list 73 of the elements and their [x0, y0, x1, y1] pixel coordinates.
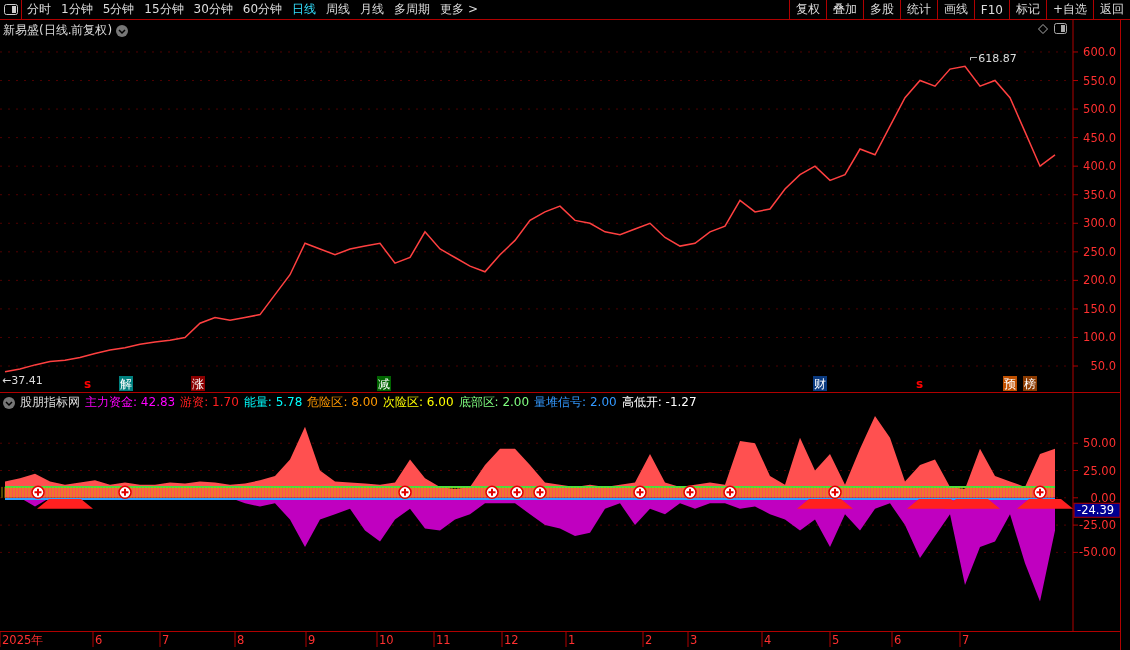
period-tab[interactable]: 30分钟: [188, 0, 238, 19]
date-label: 7: [162, 633, 170, 647]
axis-label: 250.0: [1083, 244, 1116, 259]
axis-label: 500.0: [1083, 102, 1116, 117]
legend-value: 能量: 5.78: [243, 394, 303, 411]
axis-label: 600.0: [1083, 45, 1116, 59]
legend-value: 底部区: 2.00: [458, 394, 530, 411]
axis-label: 100.0: [1083, 330, 1116, 345]
date-label: 8: [237, 633, 245, 647]
signal-tag: 榜: [1023, 376, 1037, 391]
period-tab[interactable]: 周线: [321, 0, 356, 19]
axis-label: 150.0: [1083, 301, 1116, 316]
date-label: 11: [436, 633, 451, 647]
axis-label: 550.0: [1083, 73, 1116, 88]
date-label: 6: [894, 633, 902, 647]
axis-label: 0.00: [1090, 490, 1116, 505]
axis-label: 400.0: [1083, 159, 1116, 174]
signal-mark: s: [916, 377, 924, 391]
toolbar-button[interactable]: 返回: [1093, 0, 1130, 19]
date-label: 7: [962, 633, 970, 647]
legend-value: 高低开: -1.27: [621, 394, 697, 411]
axis-label: 200.0: [1083, 273, 1116, 288]
signal-tag: 预: [1003, 376, 1017, 391]
period-tab[interactable]: 1分钟: [56, 0, 98, 19]
toolbar-button[interactable]: 画线: [936, 0, 974, 19]
axis-label: 50.0: [1090, 359, 1116, 373]
period-tab[interactable]: 更多 >: [435, 0, 483, 19]
signal-mark: s: [84, 377, 92, 391]
date-label: 4: [764, 633, 772, 647]
date-label: 1: [568, 633, 576, 647]
toolbar-button[interactable]: 统计: [899, 0, 937, 19]
period-tab[interactable]: 5分钟: [97, 0, 140, 19]
high-price-label: ⌐618.87: [969, 52, 1017, 66]
axis-label: 25.00: [1083, 463, 1116, 478]
legend-value: 主力资金: 42.83: [85, 394, 176, 411]
date-label: 12: [504, 633, 519, 647]
date-label: 5: [832, 633, 840, 647]
period-tab[interactable]: 60分钟: [237, 0, 288, 19]
legend-value: 危险区: 8.00: [307, 394, 378, 411]
period-tab[interactable]: 日线: [287, 0, 322, 19]
period-tab[interactable]: 15分钟: [139, 0, 189, 19]
toolbar-button[interactable]: 多股: [862, 0, 900, 19]
period-tab[interactable]: 月线: [355, 0, 390, 19]
toolbar-button[interactable]: +自选: [1045, 0, 1093, 19]
toolbar-button[interactable]: 叠加: [825, 0, 863, 19]
date-label: 3: [690, 633, 698, 647]
low-price-label: ←37.41: [2, 373, 43, 387]
chart-title: 新易盛(日线.前复权): [3, 22, 113, 39]
legend-value: 次险区: 6.00: [382, 394, 454, 411]
date-label: 10: [379, 633, 394, 647]
axis-label: 450.0: [1083, 130, 1116, 145]
toolbar-button[interactable]: 标记: [1008, 0, 1046, 19]
toolbar-button[interactable]: F10: [973, 0, 1009, 19]
signal-tag: 涨: [191, 376, 205, 391]
signal-tag: 财: [813, 376, 827, 391]
indicator-name: 股朋指标网: [20, 394, 80, 411]
toolbar-button[interactable]: 复权: [788, 0, 826, 19]
period-tab[interactable]: 分时: [22, 0, 56, 19]
signal-tag: 解: [119, 376, 133, 391]
axis-label: 300.0: [1083, 216, 1116, 231]
axis-label: -25.00: [1078, 518, 1116, 533]
axis-label: -50.00: [1078, 545, 1116, 560]
legend-value: 量堆信号: 2.00: [534, 394, 617, 411]
date-label: 9: [308, 633, 316, 647]
axis-label: 350.0: [1083, 187, 1116, 202]
period-tab[interactable]: 多周期: [389, 0, 436, 19]
date-label: 6: [95, 633, 103, 647]
axis-label: 50.00: [1083, 436, 1116, 451]
signal-tag: 减: [377, 376, 391, 391]
legend-value: 游资: 1.70: [180, 394, 239, 411]
date-label: 2: [645, 633, 653, 647]
value-readout: -24.39: [1073, 502, 1120, 518]
date-label: 2025年: [2, 633, 44, 647]
